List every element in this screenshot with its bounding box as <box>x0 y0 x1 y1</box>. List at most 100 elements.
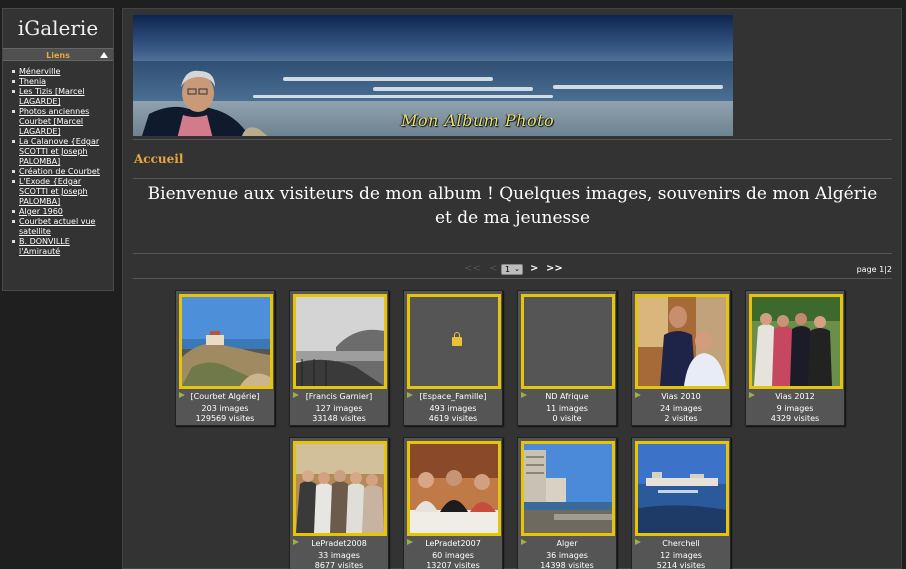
wave <box>253 95 553 98</box>
album-title[interactable]: LePradet2007 <box>404 539 502 548</box>
divider <box>133 278 892 279</box>
link[interactable]: Création de Courbet <box>19 167 100 176</box>
site-title: iGalerie <box>17 16 99 40</box>
album-thumbnail[interactable] <box>635 294 729 389</box>
coastal-village-photo <box>182 297 270 386</box>
album-tile[interactable]: Cherchell 12 images 5214 visites <box>631 437 731 569</box>
link-item: Les Tizis [Marcel LAGARDE] <box>12 87 109 107</box>
divider <box>133 253 892 254</box>
album-title[interactable]: [Espace_Famille] <box>404 392 502 401</box>
wave <box>283 77 493 81</box>
album-tile[interactable]: [Courbet Algérie] 203 images 129569 visi… <box>175 290 275 426</box>
link-item: Ménerville <box>12 67 109 77</box>
album-title[interactable]: Alger <box>518 539 616 548</box>
album-thumbnail[interactable] <box>635 441 729 536</box>
women-group-photo <box>296 444 384 533</box>
breadcrumb[interactable]: Accueil <box>134 152 183 166</box>
page-info: page 1|2 <box>856 265 892 274</box>
page-select-value: 1 <box>505 265 511 274</box>
album-thumbnail[interactable] <box>749 294 843 389</box>
dinner-photo <box>410 444 498 533</box>
album-visits: 129569 visites <box>195 414 255 423</box>
welcome-line: Bienvenue aux visiteurs de mon album ! Q… <box>147 184 878 204</box>
album-visits: 4619 visites <box>428 414 478 423</box>
album-thumbnail[interactable] <box>407 441 501 536</box>
links-header-label: Liens <box>46 51 70 60</box>
album-visits: 0 visite <box>552 414 582 423</box>
page-select[interactable]: 1 ⌄ <box>501 264 523 275</box>
album-title[interactable]: ND Afrique <box>518 392 616 401</box>
album-image-count: 203 images <box>201 404 249 413</box>
album-tile[interactable]: [Espace_Famille] 493 images 4619 visites <box>403 290 503 426</box>
wave <box>553 85 723 89</box>
divider <box>133 178 892 179</box>
album-visits: 14398 visites <box>540 561 594 569</box>
link-item: Courbet actuel vue satellite <box>12 217 109 237</box>
link[interactable]: Ménerville <box>19 67 60 76</box>
prev-page-button[interactable]: < <box>489 263 497 274</box>
album-tile[interactable]: ND Afrique 11 images 0 visite <box>517 290 617 426</box>
link[interactable]: Alger 1960 <box>19 207 63 216</box>
link[interactable]: Photos anciennes Courbet [Marcel LAGARDE… <box>19 107 89 136</box>
album-tile[interactable]: Alger 36 images 14398 visites <box>517 437 617 569</box>
link[interactable]: Courbet actuel vue satellite <box>19 217 95 236</box>
album-title[interactable]: LePradet2008 <box>290 539 388 548</box>
link[interactable]: B. DONVILLE l'Amirauté <box>19 237 70 256</box>
album-image-count: 24 images <box>660 404 702 413</box>
link-item: Alger 1960 <box>12 207 109 217</box>
link[interactable]: Thenia <box>19 77 46 86</box>
link-item: B. DONVILLE l'Amirauté <box>12 237 109 257</box>
album-title[interactable]: Cherchell <box>632 539 730 548</box>
album-image-count: 493 images <box>429 404 477 413</box>
main-content: Mon Album Photo Accueil Bienvenue aux vi… <box>122 8 902 569</box>
last-page-button[interactable]: >> <box>546 263 563 274</box>
cherchell-harbor-photo <box>638 444 726 533</box>
link-item: L'Exode {Edgar SCOTTI et Joseph PALOMBA] <box>12 177 109 207</box>
album-thumbnail[interactable] <box>521 441 615 536</box>
album-tile[interactable]: LePradet2007 60 images 13207 visites <box>403 437 503 569</box>
pagination: << < 1 ⌄ > >> page 1|2 <box>133 263 892 277</box>
album-title[interactable]: Vias 2010 <box>632 392 730 401</box>
album-tile[interactable]: Vias 2012 9 images 4329 visites <box>745 290 845 426</box>
album-image-count: 9 images <box>776 404 814 413</box>
link-item: Thenia <box>12 77 109 87</box>
album-image-count: 11 images <box>546 404 588 413</box>
album-image-count: 36 images <box>546 551 588 560</box>
album-visits: 5214 visites <box>656 561 706 569</box>
banner[interactable]: Mon Album Photo <box>133 15 733 136</box>
chevron-down-icon: ⌄ <box>514 265 520 273</box>
album-title[interactable]: Vias 2012 <box>746 392 844 401</box>
album-tile[interactable]: Vias 2010 24 images 2 visites <box>631 290 731 426</box>
link[interactable]: Les Tizis [Marcel LAGARDE] <box>19 87 85 106</box>
album-thumbnail[interactable] <box>293 294 387 389</box>
links-list: Ménerville Thenia Les Tizis [Marcel LAGA… <box>3 61 113 257</box>
album-visits: 8677 visites <box>314 561 364 569</box>
album-thumbnail[interactable] <box>521 294 615 389</box>
alger-harbor-photo <box>524 444 612 533</box>
album-thumbnail[interactable] <box>179 294 273 389</box>
album-thumbnail[interactable] <box>407 294 501 389</box>
collapse-arrow-icon[interactable] <box>100 52 108 58</box>
link[interactable]: L'Exode {Edgar SCOTTI et Joseph PALOMBA] <box>19 177 88 206</box>
album-image-count: 127 images <box>315 404 363 413</box>
album-tile[interactable]: LePradet2008 33 images 8677 visites <box>289 437 389 569</box>
wave <box>373 87 533 91</box>
album-image-count: 60 images <box>432 551 474 560</box>
bw-coast-photo <box>296 297 384 386</box>
album-visits: 33148 visites <box>312 414 366 423</box>
link[interactable]: La Calanove {Edgar SCOTTI et Joseph PALO… <box>19 137 99 166</box>
lock-icon <box>452 332 462 346</box>
link-item: Création de Courbet <box>12 167 109 177</box>
album-tile[interactable]: [Francis Garnier] 127 images 33148 visit… <box>289 290 389 426</box>
next-page-button[interactable]: > <box>530 263 538 274</box>
album-title[interactable]: [Courbet Algérie] <box>176 392 274 401</box>
album-title[interactable]: [Francis Garnier] <box>290 392 388 401</box>
group-photo <box>752 297 840 386</box>
banner-sky <box>133 15 733 65</box>
first-page-button[interactable]: << <box>464 263 481 274</box>
link-item: Photos anciennes Courbet [Marcel LAGARDE… <box>12 107 109 137</box>
welcome-message: Bienvenue aux visiteurs de mon album ! Q… <box>133 182 892 230</box>
divider <box>133 139 892 140</box>
album-thumbnail[interactable] <box>293 441 387 536</box>
album-image-count: 12 images <box>660 551 702 560</box>
